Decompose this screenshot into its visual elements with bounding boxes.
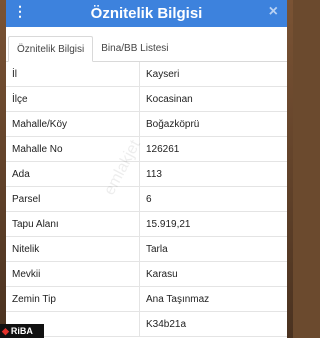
row-value: K34b21a [139, 311, 287, 337]
table-row: Parsel 6 [6, 186, 287, 212]
table-row: Mahalle/Köy Boğazköprü [6, 111, 287, 137]
row-value: Karasu [139, 261, 287, 287]
row-key: Zemin Tip [6, 286, 140, 312]
table-row: K34b21a [6, 311, 287, 337]
table-row: İl Kayseri [6, 62, 287, 87]
row-key: Mahalle No [6, 136, 140, 162]
row-value: Boğazköprü [139, 111, 287, 137]
row-value: Ana Taşınmaz [139, 286, 287, 312]
table-row: Tapu Alanı 15.919,21 [6, 211, 287, 237]
row-key: İl [6, 62, 140, 87]
logo-mark-icon: ◆ [2, 325, 9, 336]
table-row: Mahalle No 126261 [6, 136, 287, 162]
row-value: Kayseri [139, 62, 287, 87]
row-key: İlçe [6, 86, 140, 112]
tab-building-list[interactable]: Bina/BB Listesi [93, 35, 176, 61]
table-row: Nitelik Tarla [6, 236, 287, 262]
row-value: 6 [139, 186, 287, 212]
row-key: Mahalle/Köy [6, 111, 140, 137]
attribute-table: İl Kayseri İlçe Kocasinan Mahalle/Köy Boğaz… [6, 62, 287, 337]
table-row: Ada 113 [6, 161, 287, 187]
row-value: 15.919,21 [139, 211, 287, 237]
tab-bar: Öznitelik Bilgisi Bina/BB Listesi [6, 27, 287, 62]
more-vertical-icon[interactable]: ⋮ [13, 4, 27, 18]
background-map-right [287, 0, 293, 338]
row-value: Kocasinan [139, 86, 287, 112]
riba-logo: ◆ RiBA [0, 324, 44, 338]
row-value: 126261 [139, 136, 287, 162]
row-key: Ada [6, 161, 140, 187]
row-value: Tarla [139, 236, 287, 262]
row-key: Tapu Alanı [6, 211, 140, 237]
attribute-info-dialog: ⋮ Öznitelik Bilgisi × Öznitelik Bilgisi … [6, 0, 287, 338]
close-icon[interactable]: × [269, 4, 278, 20]
dialog-header: ⋮ Öznitelik Bilgisi × [6, 0, 287, 27]
row-key: Mevkii [6, 261, 140, 287]
row-value: 113 [139, 161, 287, 187]
logo-text: RiBA [10, 326, 33, 336]
dialog-title: Öznitelik Bilgisi [90, 5, 203, 22]
table-row: Mevkii Karasu [6, 261, 287, 287]
tab-attribute-info[interactable]: Öznitelik Bilgisi [8, 36, 94, 62]
table-row: Zemin Tip Ana Taşınmaz [6, 286, 287, 312]
table-row: İlçe Kocasinan [6, 86, 287, 112]
row-key: Nitelik [6, 236, 140, 262]
row-key: Parsel [6, 186, 140, 212]
